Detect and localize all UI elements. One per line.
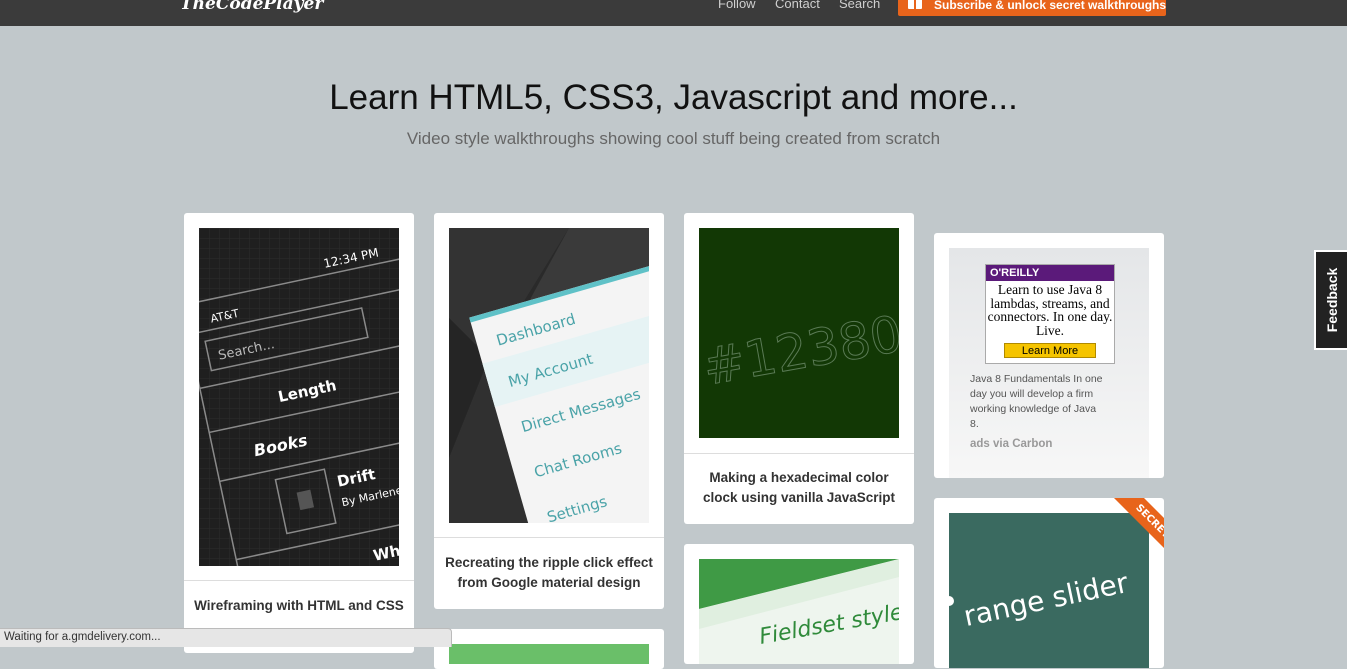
walkthrough-card-fieldset[interactable]: Fieldset style xyxy=(684,544,914,664)
feedback-tab[interactable]: Feedback xyxy=(1314,250,1347,350)
card-thumbnail: 12:34 PM AT&T Search... Length Books Dri… xyxy=(199,228,399,566)
learn-more-button[interactable]: Learn More xyxy=(1004,343,1096,358)
ad-via-link[interactable]: ads via Carbon xyxy=(970,438,1052,450)
card-thumbnail: Fieldset style xyxy=(699,559,899,664)
ad-headline: Learn to use Java 8 lambdas, streams, an… xyxy=(987,282,1113,338)
feedback-label: Feedback xyxy=(1323,267,1340,333)
card-thumbnail: Dashboard My Account Direct Messages Cha… xyxy=(449,228,649,523)
ad-image[interactable]: O'REILLY Learn to use Java 8 lambdas, st… xyxy=(985,264,1115,364)
card-thumbnail xyxy=(449,644,649,664)
walkthrough-card-hex-clock[interactable]: #123805 Making a hexadecimal color clock… xyxy=(684,213,914,524)
card-caption: Recreating the ripple click effect from … xyxy=(445,555,653,590)
page-subtitle: Video style walkthroughs showing cool st… xyxy=(406,129,941,148)
site-logo[interactable]: TheCodePlayer xyxy=(180,0,323,14)
svg-text:#123805: #123805 xyxy=(699,299,899,397)
nav-follow[interactable]: Follow xyxy=(718,0,756,11)
walkthrough-card-range-slider[interactable]: range slider SECRET xyxy=(934,498,1164,668)
ad-brand: O'REILLY xyxy=(986,265,1114,281)
page-title: Learn HTML5, CSS3, Javascript and more..… xyxy=(329,78,1018,117)
card-thumbnail: #123805 xyxy=(699,228,899,438)
walkthrough-card-partial[interactable] xyxy=(434,629,664,669)
secret-ribbon: SECRET xyxy=(1114,498,1164,548)
top-bar: TheCodePlayer Follow Contact Search Subs… xyxy=(0,0,1347,26)
walkthrough-card-ripple[interactable]: Dashboard My Account Direct Messages Cha… xyxy=(434,213,664,609)
nav-search[interactable]: Search xyxy=(839,0,880,11)
card-caption: Making a hexadecimal color clock using v… xyxy=(702,470,896,505)
card-caption: Wireframing with HTML and CSS xyxy=(194,598,404,613)
ad-card[interactable]: O'REILLY Learn to use Java 8 lambdas, st… xyxy=(934,233,1164,478)
walkthrough-card-wireframing[interactable]: 12:34 PM AT&T Search... Length Books Dri… xyxy=(184,213,414,653)
subscribe-button[interactable]: Subscribe & unlock secret walkthroughs xyxy=(898,0,1166,16)
nav-contact[interactable]: Contact xyxy=(775,0,820,11)
subscribe-label: Subscribe & unlock secret walkthroughs xyxy=(934,0,1166,12)
ad-description[interactable]: Java 8 Fundamentals In one day you will … xyxy=(970,372,1105,432)
gift-icon xyxy=(908,0,922,9)
browser-status-bar: Waiting for a.gmdelivery.com... xyxy=(0,628,452,647)
